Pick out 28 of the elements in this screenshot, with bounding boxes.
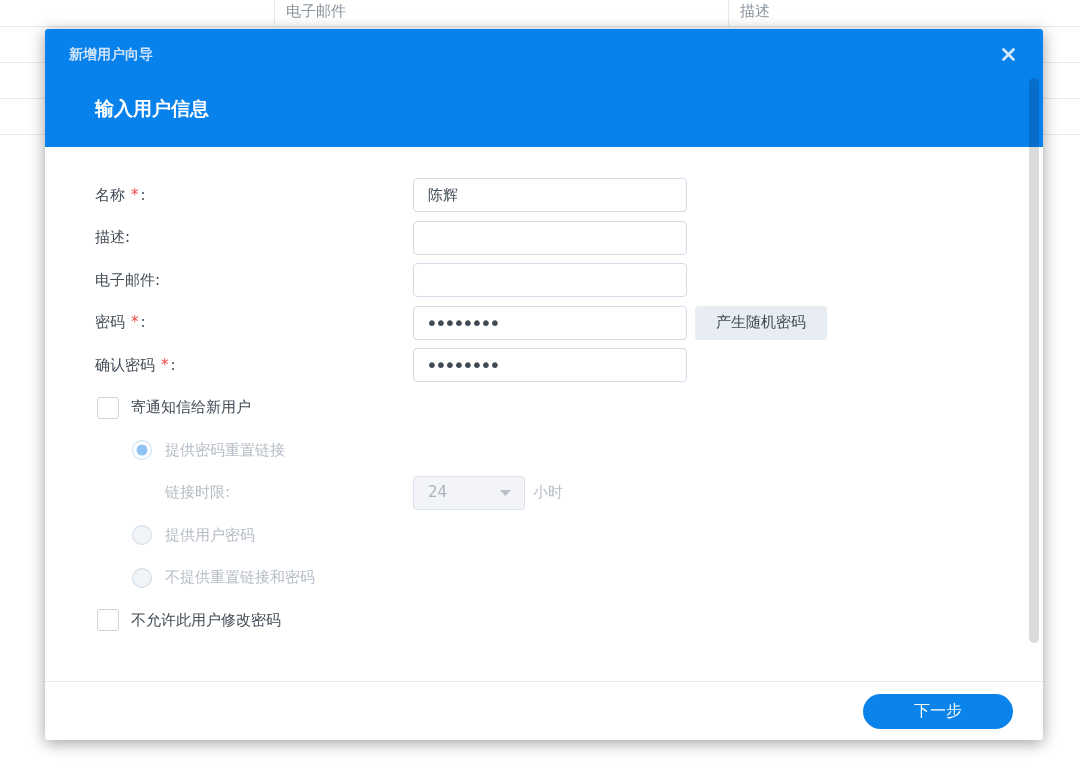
dialog-title: 新增用户向导 xyxy=(69,44,153,64)
checkbox-label: 寄通知信给新用户 xyxy=(131,397,251,419)
text-field[interactable]: 陈辉 xyxy=(413,178,687,212)
caret-icon xyxy=(500,489,511,496)
dropdown-label: 链接时限: xyxy=(165,482,232,504)
checkbox[interactable] xyxy=(97,609,119,631)
text-field[interactable] xyxy=(413,220,687,255)
field-label: 确认密码 *: xyxy=(95,354,177,376)
field-label: 描述: xyxy=(95,227,132,249)
checkbox[interactable] xyxy=(97,396,119,419)
column-header: 描述 xyxy=(728,0,1080,27)
next-button[interactable]: 下一步 xyxy=(863,693,1013,729)
generate-password-button[interactable]: 产生随机密码 xyxy=(695,305,827,340)
close-icon[interactable] xyxy=(1002,47,1015,61)
radio-label: 提供密码重置链接 xyxy=(165,439,285,461)
radio-label: 提供用户密码 xyxy=(165,524,255,546)
checkbox-label: 不允许此用户修改密码 xyxy=(131,609,281,631)
radio-label: 不提供重置链接和密码 xyxy=(165,567,315,589)
step-title: 输入用户信息 xyxy=(93,96,210,120)
scrollbar[interactable] xyxy=(1029,78,1039,643)
field-label: 电子邮件: xyxy=(95,269,162,291)
unit-label: 小时 xyxy=(533,482,563,504)
password-field[interactable]: •••••••• xyxy=(413,305,687,340)
field-label: 名称 *: xyxy=(95,184,147,206)
password-field[interactable]: •••••••• xyxy=(413,348,687,382)
field-label: 密码 *: xyxy=(95,312,147,334)
text-field[interactable] xyxy=(413,263,687,297)
column-header: 电子邮件 xyxy=(274,0,728,27)
